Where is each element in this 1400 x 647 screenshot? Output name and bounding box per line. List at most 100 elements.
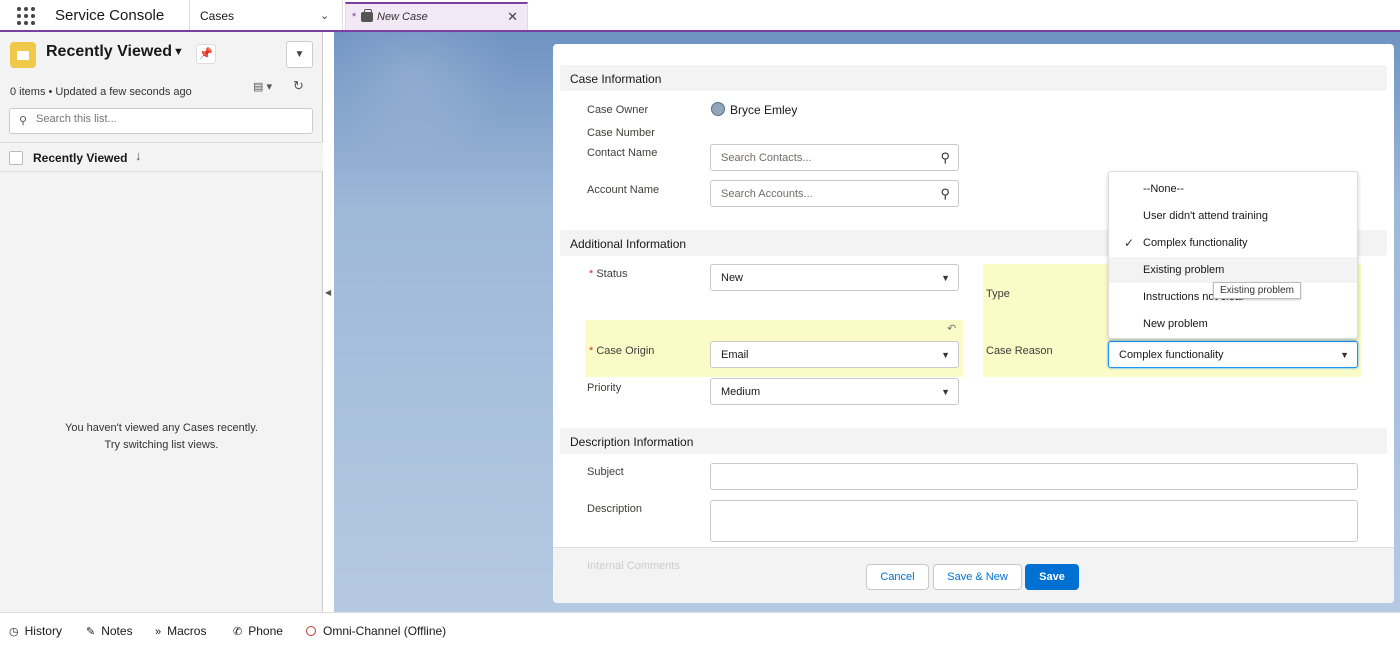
sort-arrow-icon[interactable]: ↓ (135, 148, 142, 163)
chevron-down-icon[interactable]: ⌄ (320, 9, 329, 22)
priority-value: Medium (721, 386, 761, 398)
status-label: * Status (589, 268, 628, 280)
option-label: User didn't attend training (1143, 210, 1269, 222)
priority-label: Priority (587, 382, 622, 394)
case-reason-label: Case Reason (986, 345, 1053, 357)
utility-notes[interactable]: ✎ Notes (86, 624, 133, 638)
list-header: Recently Viewed ↓ (0, 142, 323, 172)
search-icon: ⚲ (19, 115, 28, 127)
status-value: New (721, 272, 744, 284)
case-owner-value[interactable]: Bryce Emley (730, 103, 797, 117)
avatar (711, 102, 725, 116)
undo-icon[interactable]: ↶ (947, 322, 956, 335)
internal-comments-label: Internal Comments (587, 560, 680, 572)
briefcase-icon (361, 9, 373, 22)
chevron-down-icon: ▼ (941, 273, 950, 283)
utility-bar: ◷ History ✎ Notes » Macros ✆ Phone Omni-Chan… (0, 612, 1400, 647)
list-view-menu-button[interactable]: ▼ (286, 41, 313, 68)
utility-phone[interactable]: ✆ Phone (233, 624, 283, 638)
utility-omni-channel[interactable]: Omni-Channel (Offline) (306, 624, 446, 638)
account-name-field[interactable]: Search Accounts... ⚲ (710, 180, 959, 207)
search-icon: ⚲ (940, 186, 950, 201)
list-view-title[interactable]: Recently Viewed (46, 43, 172, 61)
refresh-icon[interactable]: ↻ (293, 78, 304, 94)
section-case-information[interactable]: Case Information (560, 65, 1387, 91)
dropdown-option[interactable]: --None-- (1109, 176, 1357, 202)
priority-select[interactable]: Medium ▼ (710, 378, 959, 405)
required-marker: * (589, 268, 594, 280)
case-owner-label: Case Owner (587, 104, 649, 116)
case-origin-value: Email (721, 349, 749, 361)
caret-down-icon[interactable]: ▼ (173, 46, 184, 58)
case-number-label: Case Number (587, 127, 655, 139)
case-origin-label: * Case Origin (589, 345, 654, 357)
contact-name-label: Contact Name (587, 147, 658, 159)
dropdown-option[interactable]: New problem (1109, 311, 1357, 337)
collapse-sidebar-icon[interactable]: ◀ (325, 288, 331, 297)
status-label-text: Status (596, 268, 628, 280)
utility-label: Omni-Channel (Offline) (323, 624, 447, 638)
account-placeholder: Search Accounts... (721, 188, 813, 200)
save-and-new-button[interactable]: Save & New (933, 564, 1022, 590)
case-reason-select[interactable]: Complex functionality ▼ (1108, 341, 1358, 368)
top-bar: Service Console Cases ⌄ * New Case ✕ (0, 0, 1400, 32)
case-origin-label-text: Case Origin (596, 345, 655, 357)
case-reason-value: Complex functionality (1119, 349, 1224, 361)
dropdown-option-hovered[interactable]: Existing problem (1109, 257, 1357, 283)
status-select[interactable]: New ▼ (710, 264, 959, 291)
option-label: Existing problem (1143, 264, 1225, 276)
macros-icon: » (155, 626, 162, 638)
list-search-input[interactable] (36, 113, 306, 125)
list-search[interactable]: ⚲ (9, 108, 313, 134)
app-launcher-icon[interactable] (17, 7, 37, 25)
column-header[interactable]: Recently Viewed (33, 151, 128, 165)
form-footer: Internal Comments Cancel Save & New Save (553, 547, 1394, 603)
pin-icon[interactable]: 📌 (196, 44, 216, 64)
utility-history[interactable]: ◷ History (9, 624, 62, 638)
contact-name-field[interactable]: Search Contacts... ⚲ (710, 144, 959, 171)
option-tooltip: Existing problem (1213, 282, 1301, 299)
tab-new-case[interactable]: * New Case ✕ (345, 2, 528, 30)
required-marker: * (589, 345, 594, 357)
option-label: Complex functionality (1143, 237, 1248, 249)
subject-field[interactable] (710, 463, 1358, 490)
offline-status-icon (306, 626, 316, 636)
unsaved-marker: * (352, 11, 357, 23)
cancel-button[interactable]: Cancel (866, 564, 929, 590)
chevron-down-icon: ▼ (1340, 350, 1349, 360)
type-label: Type (986, 288, 1010, 300)
cases-icon (10, 42, 36, 68)
section-description-information[interactable]: Description Information (560, 428, 1387, 454)
nav-item-cases[interactable]: Cases (200, 9, 234, 23)
display-as-icon[interactable]: ▤ ▾ (253, 80, 272, 93)
save-button[interactable]: Save (1025, 564, 1079, 590)
utility-macros[interactable]: » Macros (155, 624, 206, 638)
divider (342, 0, 343, 30)
clock-icon: ◷ (9, 626, 19, 638)
app-name: Service Console (55, 7, 165, 24)
list-meta: 0 items • Updated a few seconds ago (10, 86, 192, 98)
case-reason-dropdown: --None-- User didn't attend training ✓ Co… (1108, 171, 1358, 339)
case-origin-select[interactable]: Email ▼ (710, 341, 959, 368)
divider (189, 0, 190, 30)
option-label: New problem (1143, 318, 1208, 330)
dropdown-option-selected[interactable]: ✓ Complex functionality (1109, 230, 1357, 256)
utility-label: Notes (101, 624, 133, 638)
select-all-checkbox[interactable] (9, 151, 23, 165)
close-icon[interactable]: ✕ (507, 9, 518, 25)
chevron-down-icon: ▼ (941, 350, 950, 360)
tab-label: New Case (377, 11, 428, 23)
utility-label: History (24, 624, 62, 638)
check-icon: ✓ (1124, 236, 1135, 250)
empty-line-1: You haven't viewed any Cases recently. (65, 422, 258, 434)
option-label: --None-- (1143, 183, 1184, 195)
utility-label: Macros (167, 624, 207, 638)
search-icon: ⚲ (940, 150, 950, 165)
empty-line-2: Try switching list views. (104, 439, 219, 451)
dropdown-option[interactable]: User didn't attend training (1109, 203, 1357, 229)
subject-label: Subject (587, 466, 624, 478)
description-field[interactable] (710, 500, 1358, 542)
contact-placeholder: Search Contacts... (721, 152, 812, 164)
phone-icon: ✆ (233, 626, 243, 638)
description-label: Description (587, 503, 643, 515)
